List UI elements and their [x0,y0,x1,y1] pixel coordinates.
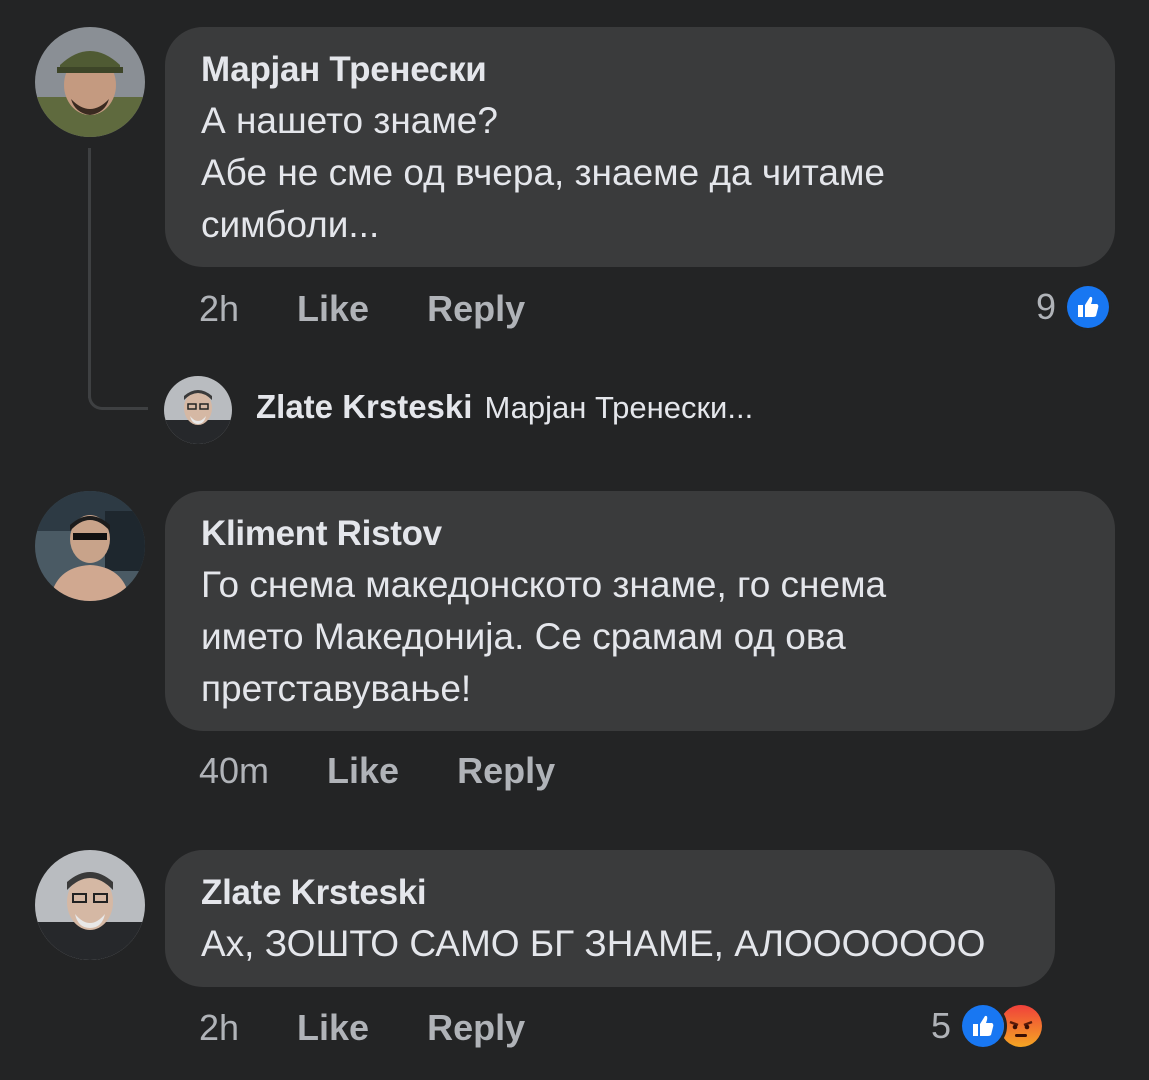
comment-actions-2: 40m Like Reply [199,750,613,792]
comment-author[interactable]: Марјан Тренески [201,49,1079,91]
reply-snippet: Марјан Тренески... [484,390,754,425]
like-reaction-icon [959,1002,1008,1050]
thread-line-vertical [88,148,91,398]
comment-text-line: А нашето знаме? [201,100,498,141]
comment-actions-3: 2h Like Reply [199,1007,583,1049]
comment-text: Ах, ЗОШТО САМО БГ ЗНАМЕ, АЛООООООО [201,918,1019,970]
comment-author[interactable]: Zlate Krsteski [201,872,1019,914]
avatar-zlate[interactable] [35,850,145,960]
reply-button[interactable]: Reply [457,750,555,792]
reaction-summary-3[interactable]: 5 [931,1002,1046,1050]
comment-bubble-2: Kliment Ristov Го снема македонското зна… [165,491,1115,731]
avatar-zlate-small[interactable] [164,376,232,444]
comment-text-line: Ах, ЗОШТО САМО БГ ЗНАМЕ, АЛООООООО [201,923,986,964]
like-button[interactable]: Like [297,1007,369,1049]
reaction-count: 5 [931,1005,952,1046]
comment-time[interactable]: 2h [199,288,239,330]
comment-bubble-3: Zlate Krsteski Ах, ЗОШТО САМО БГ ЗНАМЕ, … [165,850,1055,987]
avatar-kliment[interactable] [35,491,145,601]
like-button[interactable]: Like [297,288,369,330]
comment-text-line: претставување! [201,668,472,709]
avatar-marjan[interactable] [35,27,145,137]
reaction-summary-1[interactable]: 9 [1036,283,1113,331]
comment-text-line: Го снема македонското знаме, го снема [201,564,887,605]
reply-button[interactable]: Reply [427,288,525,330]
comment-time[interactable]: 2h [199,1007,239,1049]
comment-actions-1: 2h Like Reply [199,288,583,330]
comment-time[interactable]: 40m [199,750,269,792]
comment-text: А нашето знаме? Абе не сме од вчера, зна… [201,95,1079,251]
comment-text-line: симболи... [201,204,380,245]
comment-bubble-1: Марјан Тренески А нашето знаме? Абе не с… [165,27,1115,267]
thread-line-curve [88,396,148,410]
comment-text-line: името Македонија. Се срамам од ова [201,616,846,657]
reply-preview[interactable]: Zlate Krsteski Марјан Тренески... [256,388,753,426]
like-button[interactable]: Like [327,750,399,792]
comments-page: Марјан Тренески А нашето знаме? Абе не с… [0,0,1149,1080]
like-reaction-icon [1064,283,1113,331]
comment-author[interactable]: Kliment Ristov [201,513,1079,555]
comment-text: Го снема македонското знаме, го снема им… [201,559,1079,715]
comment-text-line: Абе не сме од вчера, знаеме да читаме [201,152,885,193]
reaction-count: 9 [1036,286,1057,327]
reply-author[interactable]: Zlate Krsteski [256,388,472,426]
reply-button[interactable]: Reply [427,1007,525,1049]
